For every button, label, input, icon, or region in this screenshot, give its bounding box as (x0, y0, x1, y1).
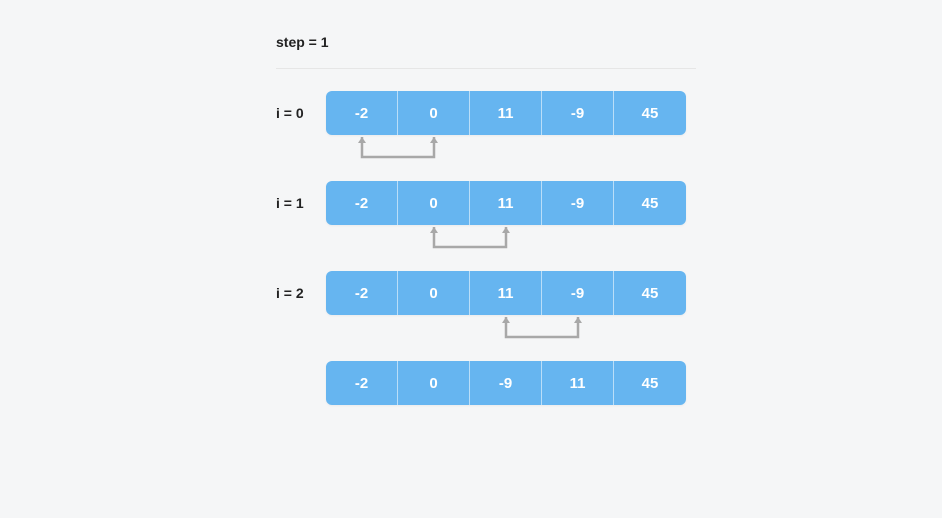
swap-connector (276, 137, 942, 169)
array-cell: 0 (398, 181, 470, 225)
array-row: i = 1-2011-945 (276, 181, 942, 225)
array-cell: 11 (470, 271, 542, 315)
array-cell: -2 (326, 361, 398, 405)
array-cell: 0 (398, 271, 470, 315)
index-label: i = 2 (276, 285, 326, 301)
rows-container: i = 0-2011-945i = 1-2011-945i = 2-2011-9… (276, 91, 942, 413)
array-cell: -2 (326, 181, 398, 225)
array: -20-91145 (326, 361, 686, 405)
array-cell: 0 (398, 91, 470, 135)
array-cell: -2 (326, 91, 398, 135)
array-cell: -9 (542, 181, 614, 225)
array-cell: 45 (614, 271, 686, 315)
array-cell: -9 (542, 91, 614, 135)
array-cell: -2 (326, 271, 398, 315)
array-cell: -9 (470, 361, 542, 405)
array-cell: 11 (470, 91, 542, 135)
array-row-block: -20-91145 (276, 361, 942, 413)
array-row: i = 2-2011-945 (276, 271, 942, 315)
array-cell: 45 (614, 91, 686, 135)
array: -2011-945 (326, 271, 686, 315)
array-cell: -9 (542, 271, 614, 315)
array-cell: 0 (398, 361, 470, 405)
connector-icon (276, 317, 776, 349)
array-row-block: i = 1-2011-945 (276, 181, 942, 259)
array-cell: 45 (614, 181, 686, 225)
divider (276, 68, 696, 69)
index-label: i = 0 (276, 105, 326, 121)
array: -2011-945 (326, 91, 686, 135)
connector-icon (276, 137, 776, 169)
array-cell: 45 (614, 361, 686, 405)
array: -2011-945 (326, 181, 686, 225)
connector-icon (276, 227, 776, 259)
step-label: step = 1 (276, 34, 942, 50)
index-label: i = 1 (276, 195, 326, 211)
swap-connector (276, 317, 942, 349)
array-cell: 11 (542, 361, 614, 405)
array-cell: 11 (470, 181, 542, 225)
swap-connector (276, 227, 942, 259)
array-row: i = 0-2011-945 (276, 91, 942, 135)
array-row-block: i = 0-2011-945 (276, 91, 942, 169)
array-row: -20-91145 (276, 361, 942, 405)
array-row-block: i = 2-2011-945 (276, 271, 942, 349)
